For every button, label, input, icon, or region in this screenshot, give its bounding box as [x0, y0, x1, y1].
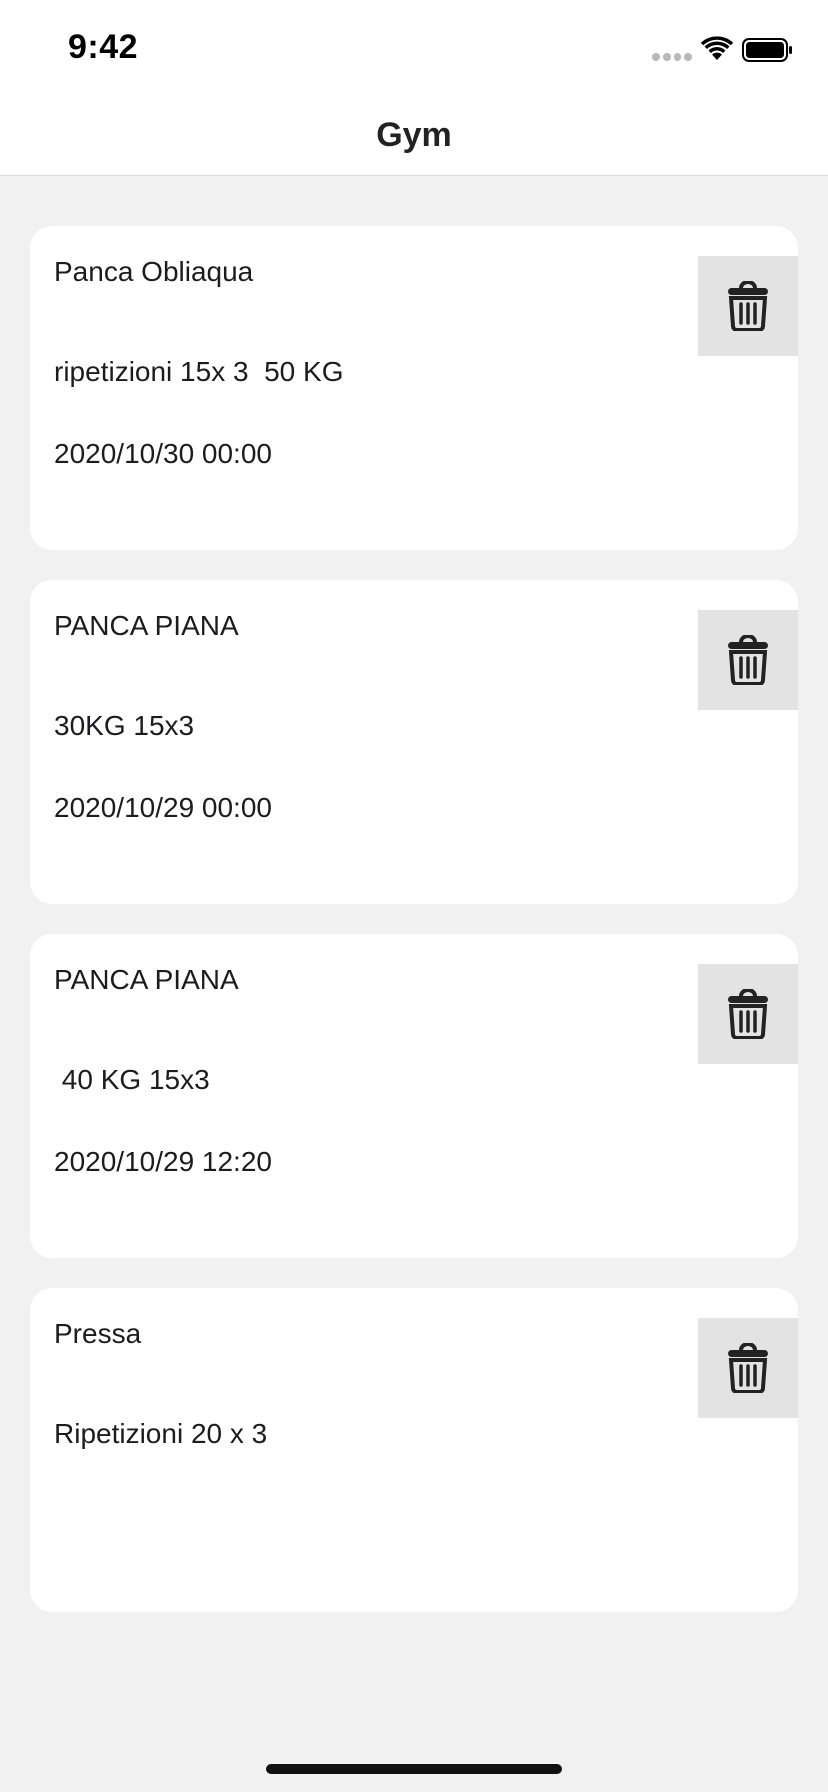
status-time: 9:42 [68, 28, 139, 66]
page-title: Gym [376, 116, 452, 154]
workout-card[interactable]: PANCA PIANA 30KG 15x3 2020/10/29 00:00 [30, 580, 798, 904]
workout-name: Panca Obliaqua [54, 256, 254, 287]
app-screen: 9:42 Gym Panca Obliaqua ripetizioni 15x … [0, 0, 828, 1792]
trash-icon [728, 989, 768, 1039]
battery-icon [742, 38, 792, 62]
workout-name: PANCA PIANA [54, 610, 239, 641]
workout-date: 2020/10/29 00:00 [54, 792, 272, 823]
delete-button[interactable] [698, 256, 798, 356]
workout-card[interactable]: Panca Obliaqua ripetizioni 15x 3 50 KG 2… [30, 226, 798, 550]
workout-description: 40 KG 15x3 [54, 1064, 210, 1095]
workout-name: PANCA PIANA [54, 964, 239, 995]
workout-name: Pressa [54, 1318, 142, 1349]
workout-list[interactable]: Panca Obliaqua ripetizioni 15x 3 50 KG 2… [30, 226, 798, 1642]
trash-icon [728, 635, 768, 685]
delete-button[interactable] [698, 610, 798, 710]
workout-date: 2020/10/30 00:00 [54, 438, 272, 469]
trash-icon [728, 281, 768, 331]
workout-date: 2020/10/29 12:20 [54, 1146, 272, 1177]
workout-description: Ripetizioni 20 x 3 [54, 1418, 268, 1449]
trash-icon [728, 1343, 768, 1393]
delete-button[interactable] [698, 1318, 798, 1418]
delete-button[interactable] [698, 964, 798, 1064]
signal-icon [652, 52, 692, 62]
workout-card[interactable]: Pressa Ripetizioni 20 x 3 [30, 1288, 798, 1612]
status-bar: 9:42 [0, 0, 828, 96]
navigation-bar: Gym [0, 96, 828, 176]
home-indicator[interactable] [266, 1764, 562, 1774]
workout-card[interactable]: PANCA PIANA 40 KG 15x3 2020/10/29 12:20 [30, 934, 798, 1258]
wifi-icon [700, 36, 734, 60]
workout-description: ripetizioni 15x 3 50 KG [54, 356, 344, 387]
workout-description: 30KG 15x3 [54, 710, 195, 741]
